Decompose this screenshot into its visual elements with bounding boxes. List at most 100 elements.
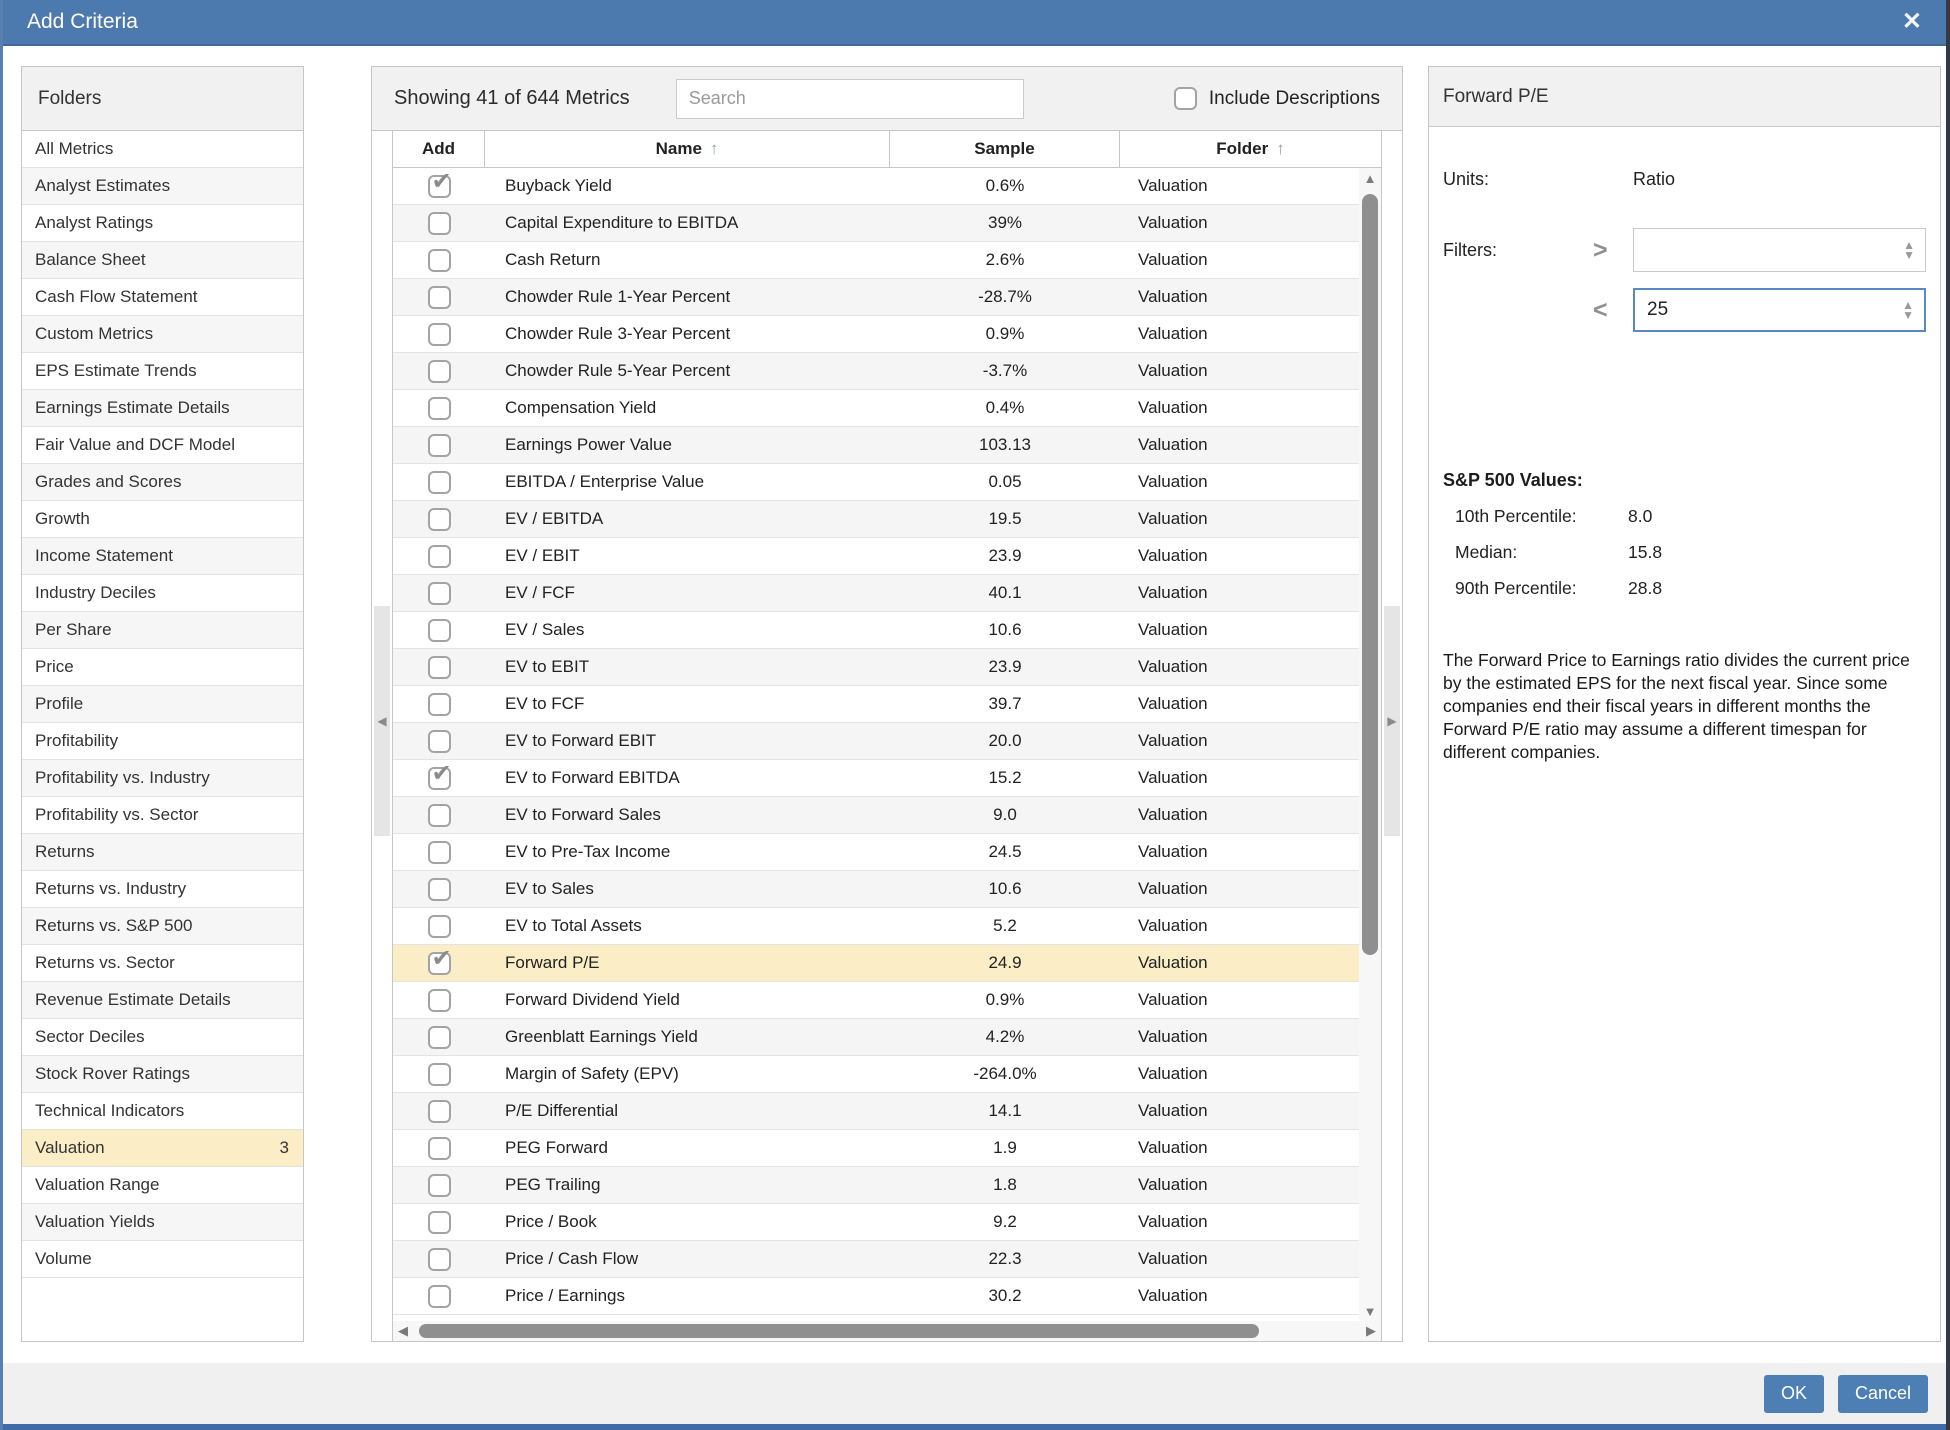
folder-item[interactable]: Returns	[22, 834, 303, 871]
add-checkbox[interactable]	[428, 619, 451, 642]
column-header-add[interactable]: Add	[393, 131, 485, 167]
column-header-folder[interactable]: Folder ↑	[1120, 131, 1381, 167]
add-checkbox[interactable]	[428, 1137, 451, 1160]
folder-item[interactable]: Revenue Estimate Details	[22, 982, 303, 1019]
add-checkbox[interactable]	[428, 989, 451, 1012]
add-checkbox[interactable]	[428, 1248, 451, 1271]
table-row[interactable]: Earnings Power Value 103.13 Valuation	[393, 427, 1359, 464]
folder-item[interactable]: Profile	[22, 686, 303, 723]
folder-item[interactable]: Fair Value and DCF Model	[22, 427, 303, 464]
scroll-up-icon[interactable]: ▲	[1359, 171, 1381, 186]
stepper-down-icon[interactable]: ▼	[1902, 310, 1914, 320]
less-than-stepper[interactable]: ▲ ▼	[1902, 300, 1914, 320]
folder-item[interactable]: Cash Flow Statement	[22, 279, 303, 316]
folder-item[interactable]: Volume	[22, 1241, 303, 1278]
add-checkbox[interactable]	[428, 804, 451, 827]
table-row[interactable]: Chowder Rule 3-Year Percent 0.9% Valuati…	[393, 316, 1359, 353]
add-checkbox[interactable]: ✔	[428, 175, 451, 198]
table-row[interactable]: EV to Forward EBIT 20.0 Valuation	[393, 723, 1359, 760]
table-row[interactable]: EV / EBIT 23.9 Valuation	[393, 538, 1359, 575]
add-checkbox[interactable]	[428, 286, 451, 309]
add-checkbox[interactable]	[428, 434, 451, 457]
add-checkbox[interactable]	[428, 582, 451, 605]
add-checkbox[interactable]	[428, 508, 451, 531]
add-checkbox[interactable]	[428, 1026, 451, 1049]
folder-item[interactable]: Growth	[22, 501, 303, 538]
add-checkbox[interactable]	[428, 1100, 451, 1123]
add-checkbox[interactable]	[428, 1211, 451, 1234]
add-checkbox[interactable]: ✔	[428, 767, 451, 790]
table-row[interactable]: Price / Book 9.2 Valuation	[393, 1204, 1359, 1241]
add-checkbox[interactable]	[428, 397, 451, 420]
folder-item[interactable]: Returns vs. Industry	[22, 871, 303, 908]
folder-item[interactable]: Stock Rover Ratings	[22, 1056, 303, 1093]
add-checkbox[interactable]: ✔	[428, 952, 451, 975]
greater-than-input[interactable]	[1634, 229, 1885, 271]
add-checkbox[interactable]	[428, 1063, 451, 1086]
folder-item[interactable]: Balance Sheet	[22, 242, 303, 279]
table-row[interactable]: PEG Forward 1.9 Valuation	[393, 1130, 1359, 1167]
folder-item[interactable]: Industry Deciles	[22, 575, 303, 612]
table-row[interactable]: EV to Sales 10.6 Valuation	[393, 871, 1359, 908]
table-row[interactable]: PEG Trailing 1.8 Valuation	[393, 1167, 1359, 1204]
table-row[interactable]: Greenblatt Earnings Yield 4.2% Valuation	[393, 1019, 1359, 1056]
folder-item[interactable]: Price	[22, 649, 303, 686]
search-input[interactable]	[676, 79, 1024, 119]
folder-item[interactable]: Returns vs. Sector	[22, 945, 303, 982]
table-row[interactable]: Price / Earnings 30.2 Valuation	[393, 1278, 1359, 1315]
folder-item[interactable]: Valuation Range	[22, 1167, 303, 1204]
column-header-name[interactable]: Name ↑	[485, 131, 890, 167]
folder-item[interactable]: Profitability vs. Industry	[22, 760, 303, 797]
table-row[interactable]: P/E Differential 14.1 Valuation	[393, 1093, 1359, 1130]
table-row[interactable]: ✔ Buyback Yield 0.6% Valuation	[393, 168, 1359, 205]
less-than-input[interactable]	[1635, 290, 1884, 330]
add-checkbox[interactable]	[428, 1285, 451, 1308]
table-row[interactable]: Chowder Rule 1-Year Percent -28.7% Valua…	[393, 279, 1359, 316]
folder-item[interactable]: Analyst Estimates	[22, 168, 303, 205]
add-checkbox[interactable]	[428, 693, 451, 716]
horizontal-scrollbar-thumb[interactable]	[419, 1324, 1259, 1338]
scroll-right-icon[interactable]: ▶	[1366, 1321, 1376, 1341]
folder-item[interactable]: Per Share	[22, 612, 303, 649]
folder-item[interactable]: Profitability vs. Sector	[22, 797, 303, 834]
add-checkbox[interactable]	[428, 323, 451, 346]
table-row[interactable]: EV / Sales 10.6 Valuation	[393, 612, 1359, 649]
folder-item[interactable]: Valuation 3	[22, 1130, 303, 1167]
add-checkbox[interactable]	[428, 545, 451, 568]
close-icon[interactable]: ✕	[1902, 10, 1922, 34]
column-header-sample[interactable]: Sample	[890, 131, 1120, 167]
greater-than-stepper[interactable]: ▲ ▼	[1903, 240, 1915, 260]
table-row[interactable]: Cash Return 2.6% Valuation	[393, 242, 1359, 279]
add-checkbox[interactable]	[428, 841, 451, 864]
folder-item[interactable]: Returns vs. S&P 500	[22, 908, 303, 945]
table-row[interactable]: EV to Forward Sales 9.0 Valuation	[393, 797, 1359, 834]
include-descriptions-checkbox[interactable]	[1174, 87, 1197, 110]
add-checkbox[interactable]	[428, 1174, 451, 1197]
add-checkbox[interactable]	[428, 212, 451, 235]
add-checkbox[interactable]	[428, 878, 451, 901]
folder-item[interactable]: Profitability	[22, 723, 303, 760]
table-row[interactable]: Margin of Safety (EPV) -264.0% Valuation	[393, 1056, 1359, 1093]
folder-item[interactable]: Income Statement	[22, 538, 303, 575]
table-row[interactable]: EV to EBIT 23.9 Valuation	[393, 649, 1359, 686]
table-row[interactable]: EV / FCF 40.1 Valuation	[393, 575, 1359, 612]
table-row[interactable]: EBITDA / Enterprise Value 0.05 Valuation	[393, 464, 1359, 501]
add-checkbox[interactable]	[428, 249, 451, 272]
collapse-left-handle[interactable]: ◀	[374, 606, 390, 836]
table-row[interactable]: Compensation Yield 0.4% Valuation	[393, 390, 1359, 427]
add-checkbox[interactable]	[428, 360, 451, 383]
folder-item[interactable]: Custom Metrics	[22, 316, 303, 353]
table-row[interactable]: EV to Total Assets 5.2 Valuation	[393, 908, 1359, 945]
folder-item[interactable]: Earnings Estimate Details	[22, 390, 303, 427]
table-row[interactable]: EV to Pre-Tax Income 24.5 Valuation	[393, 834, 1359, 871]
collapse-right-handle[interactable]: ▶	[1384, 606, 1400, 836]
add-checkbox[interactable]	[428, 656, 451, 679]
table-row[interactable]: Price / Cash Flow 22.3 Valuation	[393, 1241, 1359, 1278]
folder-item[interactable]: EPS Estimate Trends	[22, 353, 303, 390]
add-checkbox[interactable]	[428, 730, 451, 753]
table-row[interactable]: Forward Dividend Yield 0.9% Valuation	[393, 982, 1359, 1019]
table-row[interactable]: Chowder Rule 5-Year Percent -3.7% Valuat…	[393, 353, 1359, 390]
table-row[interactable]: Capital Expenditure to EBITDA 39% Valuat…	[393, 205, 1359, 242]
cancel-button[interactable]: Cancel	[1838, 1375, 1928, 1413]
add-checkbox[interactable]	[428, 915, 451, 938]
